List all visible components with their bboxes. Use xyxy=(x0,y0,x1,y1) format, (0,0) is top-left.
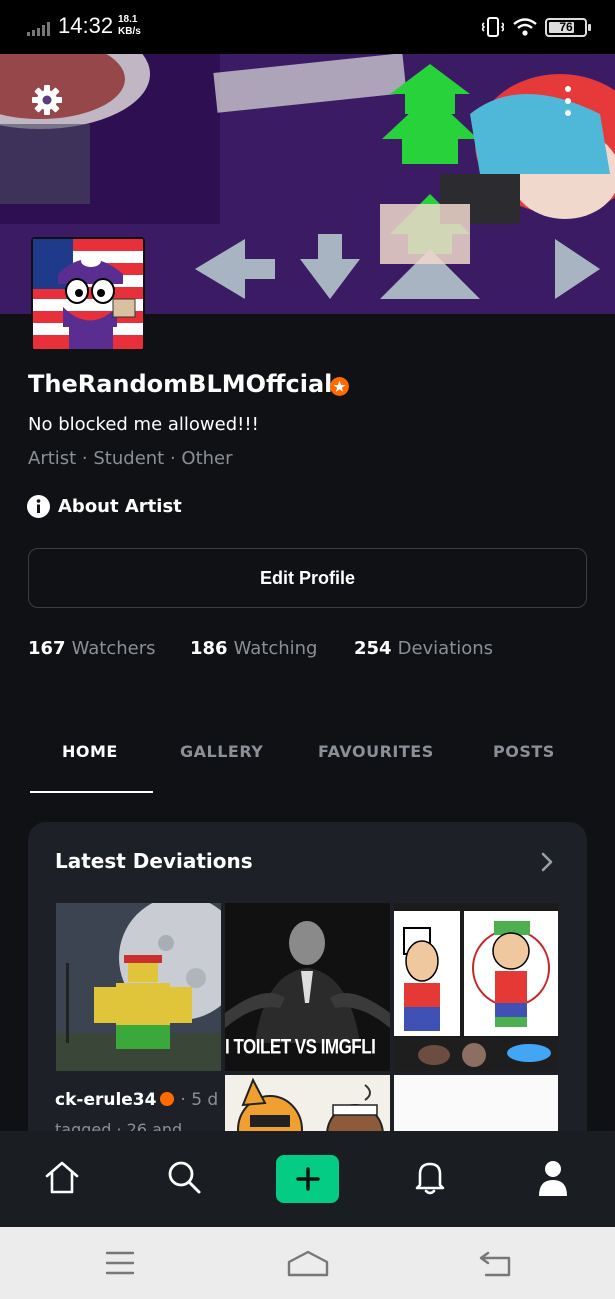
active-tab-indicator xyxy=(30,791,153,793)
profile-tabs: HOME GALLERY FAVOURITES POSTS xyxy=(0,725,615,795)
stat-deviations-label: Deviations xyxy=(397,638,494,659)
signal-icon xyxy=(27,22,50,36)
profile-roles: Artist · Student · Other xyxy=(28,448,233,469)
deviation-thumbnail[interactable] xyxy=(394,903,558,1071)
profile-bio: No blocked me allowed!!! xyxy=(28,414,259,435)
bell-icon[interactable] xyxy=(414,1159,446,1195)
info-icon xyxy=(27,494,50,518)
about-artist-link[interactable]: About Artist xyxy=(27,494,182,518)
network-speed-value: 18.1 xyxy=(118,14,138,25)
latest-deviations-card: Latest Deviations I TOILET VS IMGFLI ck-… xyxy=(28,822,587,1162)
network-speed-unit: KB/s xyxy=(118,26,141,37)
edit-profile-button[interactable]: Edit Profile xyxy=(28,548,587,608)
stat-deviations[interactable]: 254 Deviations xyxy=(354,638,493,659)
deviation-author-name: ck-erule34 xyxy=(55,1090,157,1110)
vibrate-icon xyxy=(482,17,504,37)
tab-posts[interactable]: POSTS xyxy=(493,742,555,761)
profile-name: TheRandomBLMOffcial xyxy=(28,370,333,398)
status-time: 14:32 xyxy=(58,13,114,38)
stat-watching-value: 186 xyxy=(190,638,228,659)
deviation-author[interactable]: ck-erule34 · 5 d xyxy=(55,1090,223,1110)
chevron-right-icon[interactable] xyxy=(540,852,554,872)
wifi-icon xyxy=(513,18,537,36)
add-button[interactable] xyxy=(276,1155,339,1203)
home-outline-icon[interactable] xyxy=(287,1250,329,1278)
system-navigation-bar xyxy=(0,1227,615,1299)
deviation-time: · 5 d xyxy=(180,1090,219,1110)
stat-watching-label: Watching xyxy=(233,638,318,659)
deviation-thumbnail[interactable]: I TOILET VS IMGFLI xyxy=(225,903,390,1071)
about-artist-label: About Artist xyxy=(58,495,182,517)
deviation-thumbnail[interactable] xyxy=(56,903,221,1071)
stat-deviations-value: 254 xyxy=(354,638,392,659)
battery-icon: 76 xyxy=(545,18,591,37)
network-speed: 18.1 KB/s xyxy=(118,14,141,38)
bottom-navigation xyxy=(0,1131,615,1227)
tab-gallery[interactable]: GALLERY xyxy=(180,742,263,761)
thumbnail-art-characters xyxy=(394,903,558,1071)
add-icon xyxy=(295,1167,320,1191)
core-member-badge-icon xyxy=(160,1092,175,1106)
core-member-badge-icon xyxy=(330,377,349,396)
search-icon[interactable] xyxy=(166,1159,202,1195)
gear-icon[interactable] xyxy=(31,84,63,116)
more-vertical-icon[interactable] xyxy=(558,84,578,118)
profile-icon[interactable] xyxy=(537,1159,569,1197)
latest-deviations-title: Latest Deviations xyxy=(55,849,253,873)
thumbnail-caption: I TOILET VS IMGFLI xyxy=(225,1034,376,1059)
stat-watching[interactable]: 186 Watching xyxy=(190,638,317,659)
status-bar: 14:32 18.1 KB/s 76 xyxy=(0,0,615,54)
menu-icon[interactable] xyxy=(105,1250,135,1276)
thumbnail-art-noob-moon xyxy=(56,903,221,1071)
stat-watchers[interactable]: 167 Watchers xyxy=(28,638,155,659)
back-icon[interactable] xyxy=(478,1250,512,1278)
battery-level: 76 xyxy=(559,20,573,34)
stat-watchers-value: 167 xyxy=(28,638,66,659)
tab-favourites[interactable]: FAVOURITES xyxy=(318,742,434,761)
stat-watchers-label: Watchers xyxy=(71,638,156,659)
avatar-image xyxy=(33,239,143,349)
avatar[interactable] xyxy=(31,237,145,351)
home-icon[interactable] xyxy=(44,1159,80,1195)
tab-home[interactable]: HOME xyxy=(62,742,118,761)
